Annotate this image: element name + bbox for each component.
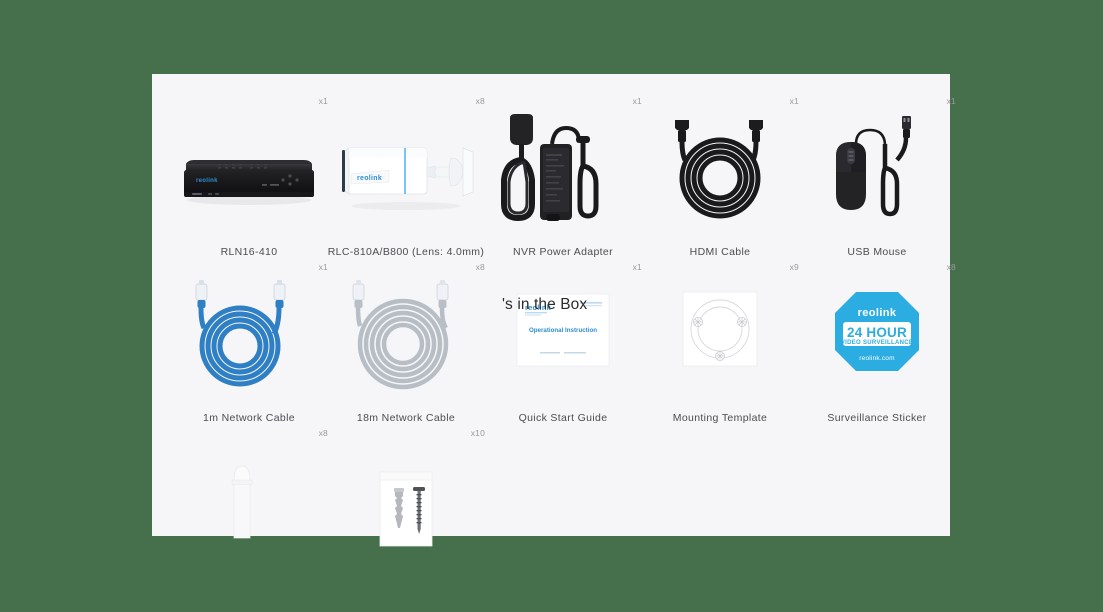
item-label: 18m Network Cable xyxy=(356,412,456,424)
item-label: Mounting Template xyxy=(672,412,768,424)
hdmi-cable-image xyxy=(641,114,799,230)
item-label: USB Mouse xyxy=(847,246,907,258)
quantity-badge: x9 xyxy=(789,262,799,272)
quantity-badge: x8 xyxy=(318,428,328,438)
svg-text:reolink: reolink xyxy=(196,178,218,184)
network-cable-blue-image xyxy=(170,280,328,396)
box-title-overlay: 's in the Box xyxy=(502,296,588,313)
quantity-badge: x1 xyxy=(318,96,328,106)
quantity-badge: x1 xyxy=(632,96,642,106)
nvr-image: reolink xyxy=(170,114,328,230)
quantity-badge: x8 xyxy=(946,262,956,272)
camera-image: reolink xyxy=(327,114,485,230)
power-adapter-image xyxy=(484,114,642,230)
item-label: NVR Power Adapter xyxy=(513,246,613,258)
sticker-url: reolink.com xyxy=(859,355,894,362)
quantity-badge: x1 xyxy=(632,262,642,272)
quantity-badge: x10 xyxy=(470,428,485,438)
guide-subtitle: Operational Instruction xyxy=(529,327,597,334)
quantity-badge: x1 xyxy=(789,96,799,106)
sticker-line1: 24 HOUR xyxy=(847,325,907,340)
waterproof-cap-image xyxy=(170,446,328,562)
quantity-badge: x8 xyxy=(475,96,485,106)
mounting-template-image xyxy=(641,280,799,396)
surveillance-sticker-image: reolink 24 HOUR VIDEO SURVEILLANCE reoli… xyxy=(798,280,956,396)
quantity-badge: x1 xyxy=(946,96,956,106)
screw-pack-image xyxy=(327,446,485,562)
item-label: 1m Network Cable xyxy=(203,412,295,424)
sticker-line2: VIDEO SURVEILLANCE xyxy=(841,340,913,346)
package-contents-panel: x1 reolink RLN16-410 x8 reolink RLC-810A… xyxy=(152,74,956,547)
network-cable-gray-image xyxy=(327,280,485,396)
sticker-brand: reolink xyxy=(858,307,897,319)
item-label: Quick Start Guide xyxy=(518,412,608,424)
item-label: RLC-810A/B800 (Lens: 4.0mm) xyxy=(327,246,485,258)
svg-text:reolink: reolink xyxy=(357,175,382,182)
quantity-badge: x1 xyxy=(318,262,328,272)
item-label: HDMI Cable xyxy=(689,246,751,258)
quantity-badge: x8 xyxy=(475,262,485,272)
item-label: Surveillance Sticker xyxy=(827,412,927,424)
item-label: RLN16-410 xyxy=(220,246,278,258)
usb-mouse-image xyxy=(798,114,956,230)
